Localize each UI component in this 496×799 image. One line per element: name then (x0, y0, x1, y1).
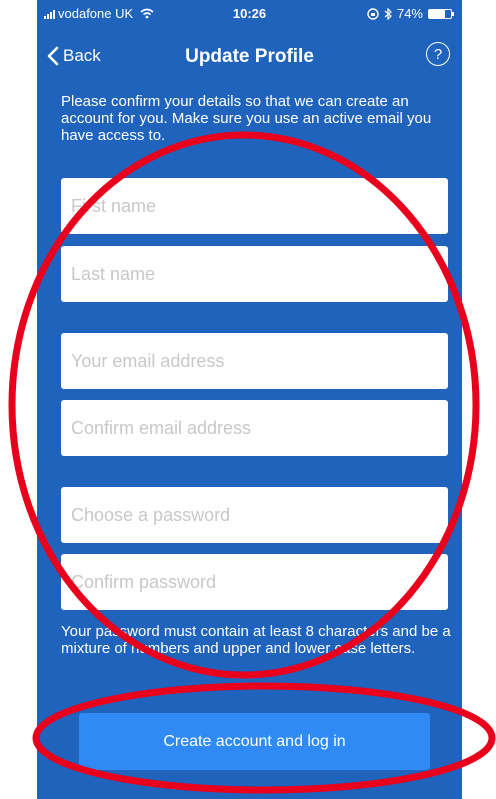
intro-text: Please confirm your details so that we c… (61, 93, 432, 144)
battery-icon (428, 8, 454, 19)
last-name-field[interactable] (61, 246, 448, 302)
status-right: 74% (367, 6, 454, 21)
battery-percent: 74% (396, 6, 423, 21)
password-field[interactable] (61, 487, 448, 543)
status-bar: vodafone UK 10:26 74% (37, 0, 462, 30)
create-account-button[interactable]: Create account and log in (79, 713, 430, 770)
help-icon[interactable]: ? (426, 42, 450, 66)
battery-level (429, 9, 446, 18)
app-screen: vodafone UK 10:26 74% Back Update Profil… (37, 0, 462, 799)
confirm-email-field[interactable] (61, 400, 448, 456)
page-title: Update Profile (185, 46, 314, 67)
lock-rotation-icon (367, 7, 379, 20)
bluetooth-icon (384, 7, 392, 20)
email-field[interactable] (61, 333, 448, 389)
confirm-password-field[interactable] (61, 554, 448, 610)
first-name-field[interactable] (61, 178, 448, 234)
nav-bar: Back Update Profile ? (37, 40, 462, 80)
password-hint: Your password must contain at least 8 ch… (61, 623, 451, 657)
